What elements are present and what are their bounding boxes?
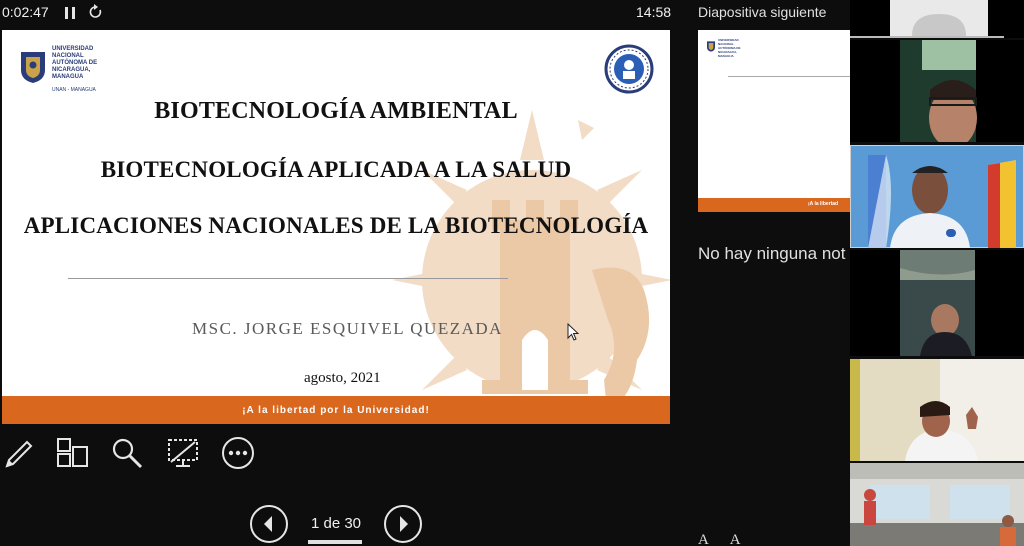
arrow-left-icon bbox=[250, 505, 288, 543]
black-screen-button[interactable] bbox=[166, 436, 200, 470]
slide-footer-band: ¡A la libertad por la Universidad! bbox=[2, 396, 670, 424]
slide-author: MSC. JORGE ESQUIVEL QUEZADA bbox=[192, 319, 503, 338]
current-slide[interactable]: UNIVERSIDAD NACIONAL AUTÓNOMA DE NICARAG… bbox=[2, 30, 670, 424]
slide-title-1: BIOTECNOLOGÍA AMBIENTAL bbox=[154, 98, 518, 124]
faculty-seal-icon bbox=[604, 44, 654, 94]
institution-name: UNIVERSIDAD NACIONAL AUTÓNOMA DE NICARAG… bbox=[52, 46, 98, 80]
more-options-button[interactable] bbox=[221, 436, 255, 470]
next-slide-preview[interactable]: UNIVERSIDAD NACIONAL AUTÓNOMA DE NICARAG… bbox=[698, 30, 850, 212]
screen-off-icon bbox=[168, 439, 198, 467]
next-slide-footer-text: ¡A la libertad bbox=[808, 201, 839, 207]
next-slide-label: Diapositiva siguiente bbox=[698, 4, 827, 20]
zoom-button[interactable] bbox=[110, 436, 144, 470]
zoom-icon bbox=[112, 438, 143, 469]
reset-icon[interactable] bbox=[89, 4, 103, 20]
next-slide-button[interactable] bbox=[383, 504, 423, 544]
institution-subtitle: UNAN - MANAGUA bbox=[52, 87, 96, 93]
slide-title-2: BIOTECNOLOGÍA APLICADA A LA SALUD bbox=[100, 157, 572, 182]
speaker-notes: No hay ninguna not bbox=[698, 244, 846, 263]
next-slide-divider bbox=[728, 76, 850, 77]
next-slide-footer-band: ¡A la libertad bbox=[698, 198, 850, 212]
participant-tile-5 bbox=[850, 359, 1024, 461]
previous-slide-button[interactable] bbox=[249, 504, 289, 544]
next-slide-institution: UNIVERSIDAD NACIONAL AUTÓNOMA DE NICARAG… bbox=[718, 38, 741, 58]
slide-divider bbox=[68, 278, 508, 279]
participant-tile-1 bbox=[850, 0, 1024, 38]
slide-counter: 1 de 30 bbox=[310, 515, 362, 532]
elapsed-timer: 0:02:47 bbox=[2, 4, 49, 20]
participant-tile-6 bbox=[850, 463, 1024, 546]
slides-grid-icon bbox=[57, 438, 88, 467]
decrease-font-button[interactable]: A bbox=[730, 532, 741, 546]
pen-icon bbox=[5, 440, 33, 468]
participant-tile-4 bbox=[850, 250, 1024, 356]
notes-font-controls: A A bbox=[698, 532, 759, 546]
arrow-right-icon bbox=[384, 505, 422, 543]
pause-icon[interactable] bbox=[64, 6, 76, 20]
mouse-cursor-icon bbox=[567, 323, 579, 341]
see-all-slides-button[interactable] bbox=[55, 436, 89, 470]
slide-title-3: APLICACIONES NACIONALES DE LA BIOTECNOLO… bbox=[23, 213, 649, 238]
more-options-icon bbox=[222, 437, 254, 469]
participant-tile-3-active-speaker bbox=[850, 145, 1024, 248]
increase-font-button[interactable]: A bbox=[698, 532, 709, 546]
slide-date: agosto, 2021 bbox=[304, 370, 381, 386]
participant-tile-2 bbox=[850, 40, 1024, 142]
slide-footer-text: ¡A la libertad por la Universidad! bbox=[242, 405, 430, 416]
unan-logo-icon bbox=[21, 52, 45, 83]
slide-counter-underline bbox=[308, 540, 362, 544]
pen-tool-button[interactable] bbox=[1, 436, 35, 470]
presenter-topbar: 0:02:47 14:58 bbox=[0, 0, 683, 26]
clock: 14:58 bbox=[636, 4, 672, 20]
unan-logo-small-icon bbox=[707, 41, 715, 52]
